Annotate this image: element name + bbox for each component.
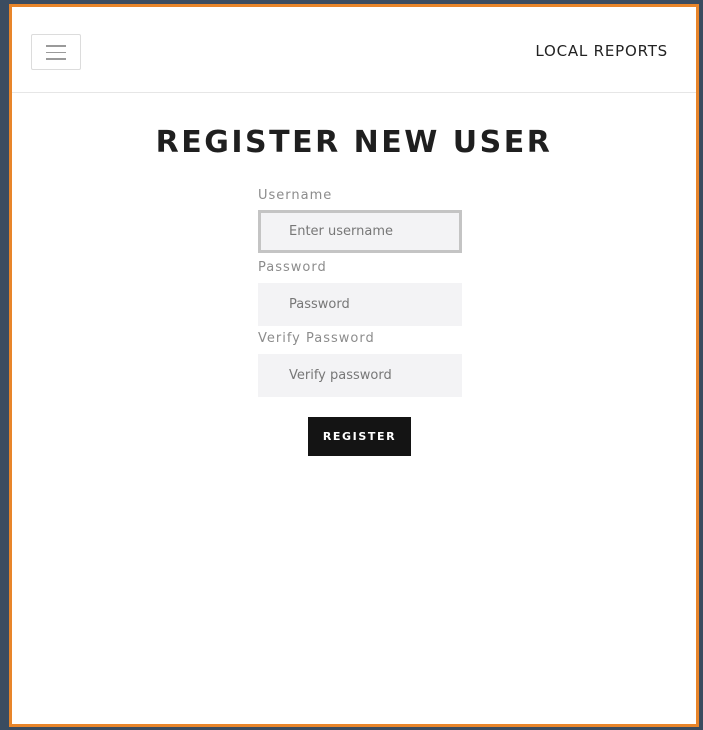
hamburger-menu-icon-bar bbox=[46, 51, 66, 53]
verify-password-input[interactable] bbox=[258, 354, 462, 397]
hamburger-menu-icon-bar bbox=[46, 58, 66, 60]
password-input[interactable] bbox=[258, 283, 462, 326]
navbar: LOCAL REPORTS bbox=[12, 7, 696, 93]
username-input[interactable] bbox=[258, 210, 462, 253]
menu-toggle-button[interactable] bbox=[31, 34, 81, 70]
app-window: LOCAL REPORTS REGISTER NEW USER Username… bbox=[9, 4, 699, 727]
password-label: Password bbox=[258, 260, 327, 275]
brand-link[interactable]: LOCAL REPORTS bbox=[535, 42, 668, 60]
verify-password-label: Verify Password bbox=[258, 331, 375, 346]
register-button[interactable]: REGISTER bbox=[308, 417, 411, 456]
hamburger-menu-icon bbox=[46, 45, 66, 47]
username-label: Username bbox=[258, 188, 333, 203]
page-title: REGISTER NEW USER bbox=[155, 125, 553, 160]
